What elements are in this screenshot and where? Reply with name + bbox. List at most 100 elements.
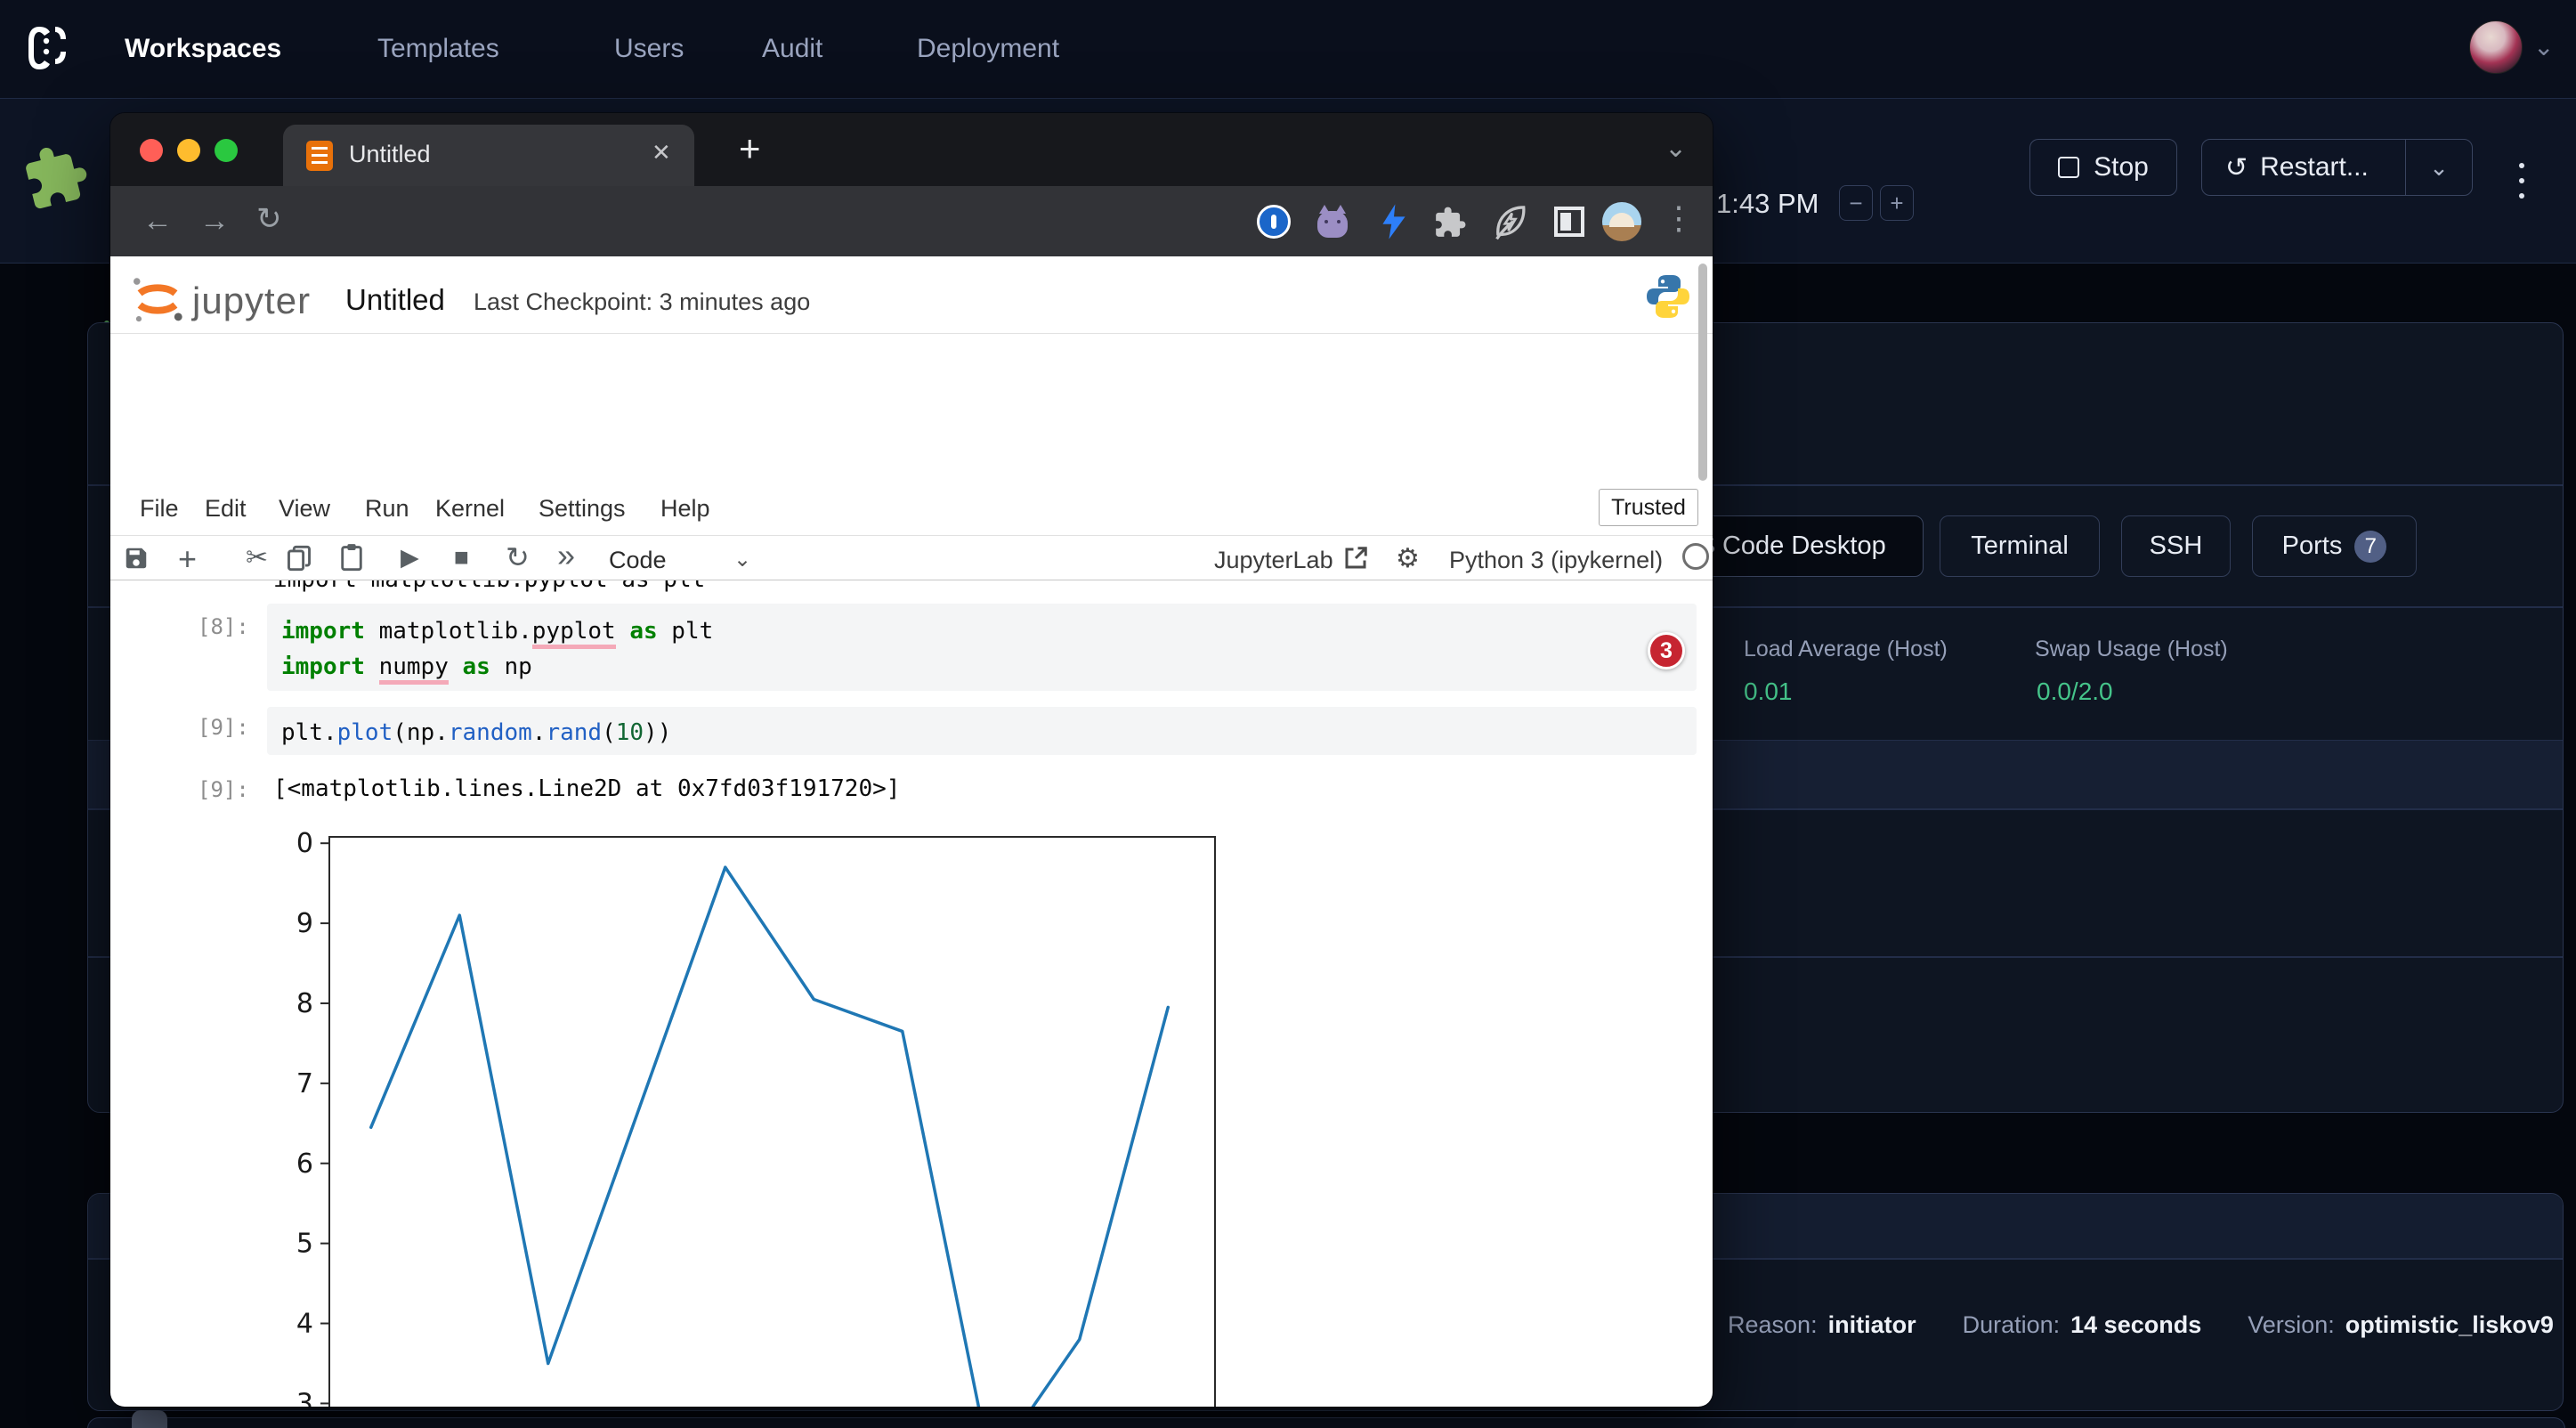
cell-type-select[interactable]: Code	[609, 547, 667, 574]
forward-icon[interactable]: →	[199, 206, 230, 236]
stop-button[interactable]: Stop	[2029, 139, 2177, 196]
svg-text:0.7: 0.7	[294, 1068, 313, 1099]
user-menu-chevron-icon[interactable]: ⌄	[2533, 32, 2554, 61]
debugger-bug-icon[interactable]: ⚙	[1396, 543, 1420, 574]
run-all-icon[interactable]: »	[557, 540, 571, 572]
workspace-kebab-menu[interactable]	[2519, 163, 2524, 199]
svg-text:0.5: 0.5	[294, 1229, 313, 1260]
back-icon[interactable]: ←	[142, 206, 173, 236]
cell1-prompt: [8]:	[198, 614, 249, 639]
paste-icon[interactable]	[340, 543, 363, 572]
zoom-in-button[interactable]: +	[1880, 185, 1914, 221]
browser-toolbar: ← → ↻ 5555--main--test--matifali.atif.cd…	[110, 186, 1713, 256]
output-text: [<matplotlib.lines.Line2D at 0x7fd03f191…	[273, 775, 900, 802]
restart-options-chevron-icon[interactable]: ⌄	[2406, 154, 2472, 182]
duration-value: 14 seconds	[2070, 1311, 2201, 1339]
menu-file[interactable]: File	[140, 483, 179, 533]
menu-edit[interactable]: Edit	[205, 483, 247, 533]
next-card-top	[87, 1417, 2565, 1428]
svg-text:0.6: 0.6	[294, 1148, 313, 1180]
stat-load-value: 0.01	[1744, 677, 1793, 706]
svg-text:0.9: 0.9	[294, 908, 313, 939]
svg-text:0.8: 0.8	[294, 988, 313, 1019]
browser-window: Untitled ✕ + ⌄ ← → ↻ 5555--main--test--m…	[110, 113, 1713, 1407]
user-avatar[interactable]	[2469, 20, 2523, 74]
maximize-window-button[interactable]	[215, 139, 238, 162]
stat-swap-label: Swap Usage (Host)	[2035, 637, 2228, 662]
coder-logo-icon[interactable]	[23, 21, 73, 75]
collaborator-badge: 3	[1648, 632, 1685, 669]
cut-icon[interactable]: ✂	[246, 545, 268, 572]
build-meta-row: Reason: initiator Duration: 14 seconds V…	[1728, 1311, 2554, 1339]
terminal-label: Terminal	[1971, 531, 2069, 561]
restart-icon: ↺	[2225, 152, 2248, 183]
reason-label: Reason:	[1728, 1311, 1818, 1339]
browser-tab[interactable]: Untitled ✕	[283, 125, 694, 186]
notebook-title[interactable]: Untitled	[345, 283, 445, 317]
python-logo-icon	[1643, 271, 1693, 322]
output-prompt: [9]:	[198, 777, 249, 802]
profile-avatar[interactable]	[1602, 202, 1641, 241]
new-tab-button[interactable]: +	[739, 127, 761, 170]
reason-value: initiator	[1828, 1311, 1916, 1339]
restart-kernel-icon[interactable]: ↻	[506, 543, 530, 572]
divider	[110, 535, 1713, 536]
ports-label: Ports	[2282, 531, 2343, 561]
jupyter-logo-icon	[130, 272, 185, 326]
menu-kernel[interactable]: Kernel	[435, 483, 505, 533]
ssh-button[interactable]: SSH	[2121, 515, 2231, 577]
tab-title: Untitled	[349, 141, 431, 168]
nav-item-templates[interactable]: Templates	[377, 0, 499, 98]
code-cell[interactable]: import matplotlib.pyplot as plt import n…	[267, 604, 1697, 691]
nav-item-workspaces[interactable]: Workspaces	[125, 0, 281, 98]
menu-view[interactable]: View	[279, 483, 330, 533]
tab-search-chevron-icon[interactable]: ⌄	[1665, 133, 1687, 164]
trusted-button[interactable]: Trusted	[1599, 489, 1698, 526]
top-nav: Workspaces Templates Users Audit Deploym…	[0, 0, 2576, 99]
menu-settings[interactable]: Settings	[539, 483, 626, 533]
kernel-name[interactable]: Python 3 (ipykernel)	[1449, 547, 1663, 574]
svg-text:0.4: 0.4	[294, 1309, 313, 1340]
divider	[110, 333, 1713, 334]
run-cell-icon[interactable]: ▶	[401, 546, 419, 570]
ports-button[interactable]: Ports 7	[2252, 515, 2417, 577]
close-window-button[interactable]	[140, 139, 163, 162]
screen: Workspaces Templates Users Audit Deploym…	[0, 0, 2576, 1428]
version-label: Version:	[2248, 1311, 2335, 1339]
zoom-out-button[interactable]: −	[1839, 185, 1873, 221]
stop-square-icon	[2058, 157, 2079, 178]
terminal-button[interactable]: Terminal	[1940, 515, 2100, 577]
leaf-bolt-extension-icon[interactable]	[1492, 204, 1527, 241]
onepassword-extension-icon[interactable]	[1257, 205, 1291, 239]
external-link-icon[interactable]	[1342, 545, 1369, 572]
stat-load-label: Load Average (Host)	[1744, 637, 1948, 662]
browser-menu-kebab-icon[interactable]: ⋮	[1663, 202, 1695, 234]
cell2-prompt: [9]:	[198, 715, 249, 740]
cell-type-chevron-icon[interactable]: ⌄	[733, 547, 751, 572]
extensions-puzzle-icon[interactable]	[1433, 206, 1467, 239]
code-cell[interactable]: plt.plot(np.random.rand(10))	[267, 707, 1697, 755]
nav-item-audit[interactable]: Audit	[762, 0, 822, 98]
reload-icon[interactable]: ↻	[256, 204, 282, 234]
add-cell-icon[interactable]: +	[178, 543, 197, 575]
save-icon[interactable]	[123, 545, 150, 572]
copy-icon[interactable]	[287, 545, 312, 572]
menu-help[interactable]: Help	[660, 483, 710, 533]
menu-run[interactable]: Run	[365, 483, 409, 533]
workspace-avatar-puzzle-icon	[16, 136, 96, 216]
github-cat-extension-icon[interactable]	[1317, 204, 1353, 239]
kernel-status-icon	[1682, 543, 1709, 570]
tab-close-icon[interactable]: ✕	[652, 139, 671, 166]
bottom-bump	[132, 1410, 167, 1428]
interrupt-kernel-icon[interactable]: ■	[454, 545, 469, 570]
minimize-window-button[interactable]	[177, 139, 200, 162]
bolt-extension-icon[interactable]	[1378, 203, 1410, 240]
jupyterlab-link[interactable]: JupyterLab	[1214, 547, 1333, 574]
notebook-scrollbar[interactable]	[1698, 264, 1707, 481]
nav-item-users[interactable]: Users	[614, 0, 684, 98]
jupyter-brand: jupyter	[192, 280, 311, 322]
restart-split-button[interactable]: ↺ Restart... ⌄	[2201, 139, 2473, 196]
square-extension-icon[interactable]	[1554, 207, 1584, 237]
nav-item-deployment[interactable]: Deployment	[917, 0, 1059, 98]
checkpoint-status: Last Checkpoint: 3 minutes ago	[474, 288, 810, 316]
